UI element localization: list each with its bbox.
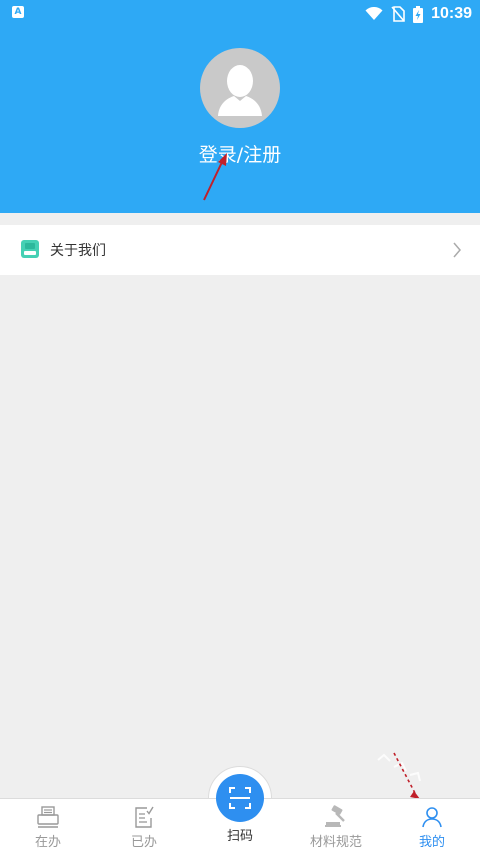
printer-icon [37,806,59,828]
about-us-label: 关于我们 [50,243,106,259]
scan-icon [229,787,251,809]
avatar[interactable] [200,48,280,128]
user-silhouette-icon [218,65,262,116]
checklist-icon [135,806,154,828]
scan-label: 扫码 [226,829,253,844]
no-sim-icon [391,6,405,22]
user-icon [422,807,442,828]
section-divider [0,213,480,225]
nav-item-mine[interactable]: 我的 [384,799,480,852]
nav-label: 已办 [130,835,157,850]
scan-button[interactable] [216,774,264,822]
chevron-right-icon [453,242,461,258]
nav-label: 我的 [418,835,445,850]
status-bar: A 10:39 [0,0,480,28]
nav-label: 材料规范 [309,835,362,850]
nav-item-in-progress[interactable]: 在办 [0,799,96,852]
red-arrow-annotation [203,153,227,201]
wifi-icon [365,7,383,20]
app-notification-icon: A [12,6,24,18]
nav-item-material-spec[interactable]: 材料规范 [288,799,384,852]
login-register-link[interactable]: 登录/注册 [0,140,480,167]
watermark-logo [377,752,421,799]
status-time: 10:39 [431,5,472,22]
about-icon [21,240,39,258]
battery-charging-icon [413,5,424,23]
nav-label: 在办 [34,835,61,850]
nav-item-done[interactable]: 已办 [96,799,192,852]
gavel-icon [325,805,345,827]
about-us-row[interactable]: 关于我们 [0,225,480,275]
profile-header: A 10:39 登录/注册 [0,0,480,213]
